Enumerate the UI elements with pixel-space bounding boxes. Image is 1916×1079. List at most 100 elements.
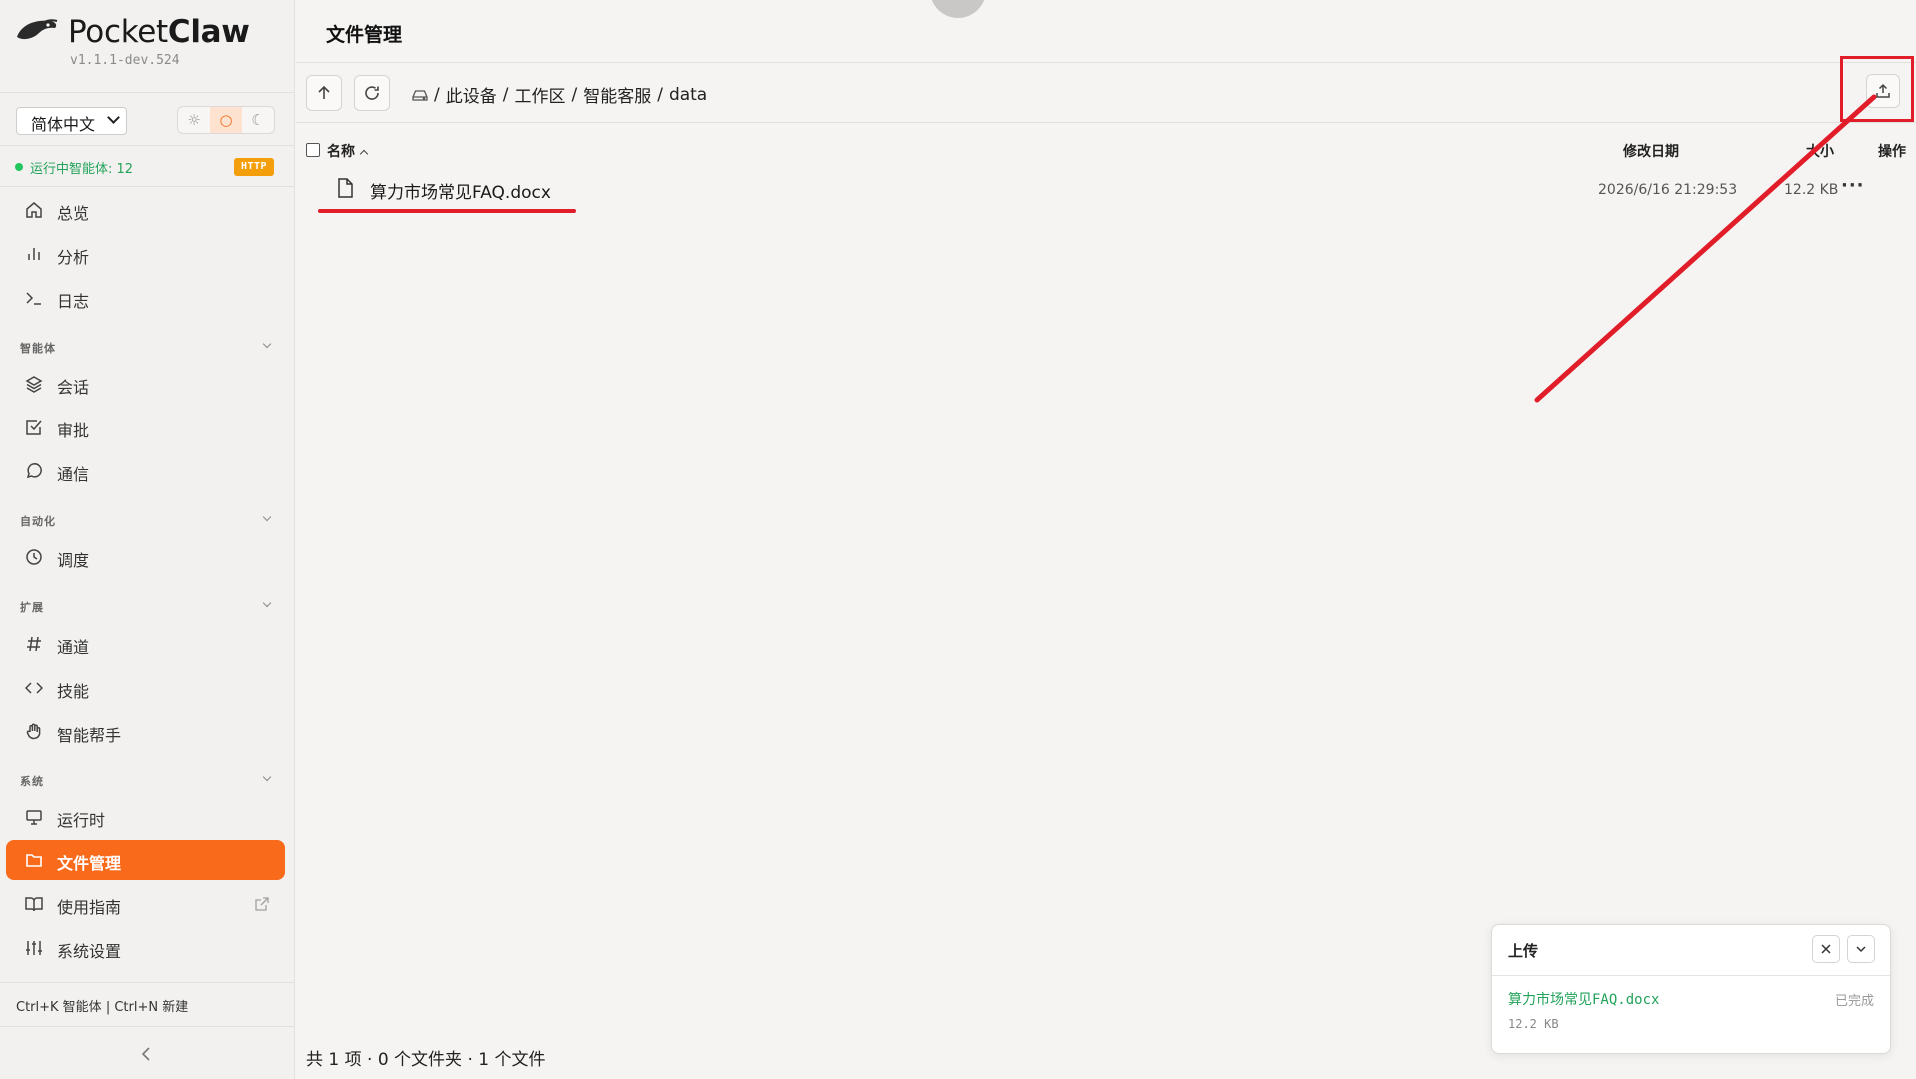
sidebar-item-label: 分析 [57,248,90,267]
divider [296,62,1916,63]
clock-icon [23,547,45,567]
column-header-modified[interactable]: 修改日期 [1623,141,1679,161]
language-select[interactable]: 简体中文 [16,107,127,135]
select-all-checkbox[interactable] [306,143,320,157]
upload-close-button[interactable] [1812,935,1840,963]
brand-version: v1.1.1-dev.524 [70,53,180,68]
hand-icon [23,722,45,742]
sidebar-item-approvals[interactable]: 审批 [6,407,285,447]
sidebar-item-logs[interactable]: 日志 [6,278,285,318]
file-modified: 2026/6/16 21:29:53 [1598,182,1738,198]
chevron-down-icon[interactable] [262,772,272,782]
file-name[interactable]: 算力市场常见FAQ.docx [370,178,551,203]
sidebar-item-runtime[interactable]: 运行时 [6,797,285,837]
more-actions-button[interactable]: ··· [1841,175,1865,196]
sidebar-item-label: 审批 [57,421,90,440]
sidebar-item-label: 调度 [57,551,90,570]
breadcrumb-item[interactable]: 工作区 [514,82,565,107]
sidebar-item-overview[interactable]: 总览 [6,190,285,230]
go-up-button[interactable] [306,75,342,111]
breadcrumb-separator: / [502,84,509,105]
sidebar-item-sessions[interactable]: 会话 [6,364,285,404]
sidebar-item-channels[interactable]: 通道 [6,624,285,664]
controls-row: 简体中文 ☼ ○ ☾ [0,93,294,146]
breadcrumb-separator: / [657,84,663,105]
sidebar-item-label: 系统设置 [57,942,122,961]
upload-panel: 上传 算力市场常见FAQ.docx 12.2 KB 已完成 [1491,924,1891,1054]
sidebar-item-skills[interactable]: 技能 [6,668,285,708]
sidebar-item-label: 使用指南 [57,898,122,917]
chevron-down-icon [1856,946,1866,953]
shortcuts-bar: Ctrl+K 智能体 | Ctrl+N 新建 [0,982,295,1027]
sidebar-item-assistant[interactable]: 智能帮手 [6,712,285,752]
table-row[interactable]: 算力市场常见FAQ.docx 2026/6/16 21:29:53 12.2 K… [336,175,1906,205]
chevron-down-icon [107,111,120,124]
theme-system-button[interactable]: ○ [210,107,242,133]
sidebar-item-settings[interactable]: 系统设置 [6,928,285,968]
sidebar-item-label: 通信 [57,465,90,484]
folder-icon [23,850,45,870]
sliders-icon [23,938,45,958]
page-title: 文件管理 [326,24,403,46]
breadcrumb-separator: / [571,84,578,105]
chevron-down-icon[interactable] [262,339,272,349]
pocketclaw-logo-icon [17,19,58,40]
protocol-badge: HTTP [234,158,275,176]
sidebar-item-analytics[interactable]: 分析 [6,234,285,274]
sidebar-item-label: 运行时 [57,811,106,830]
top-drag-handle[interactable] [930,0,986,18]
upload-collapse-button[interactable] [1847,935,1875,963]
column-header-name[interactable]: 名称 [327,141,369,161]
upload-file-size: 12.2 KB [1508,1017,1559,1031]
running-agents-status: 运行中智能体: 12 [30,162,134,177]
refresh-icon [365,86,379,100]
sidebar-item-guide[interactable]: 使用指南 [6,884,285,924]
upload-status: 已完成 [1834,994,1874,1009]
annotation-highlight-box [1840,56,1914,122]
hard-drive-icon[interactable] [412,87,428,103]
external-link-icon [255,896,269,915]
sidebar-item-file-manager[interactable]: 文件管理 [6,840,285,880]
sidebar-item-messaging[interactable]: 通信 [6,451,285,491]
terminal-icon [23,288,45,308]
message-circle-icon [23,461,45,481]
collapse-sidebar-button[interactable] [140,1043,152,1068]
breadcrumb: / 此设备 / 工作区 / 智能客服 / data [412,82,707,107]
breadcrumb-item[interactable]: 智能客服 [583,82,651,107]
hash-icon [23,634,45,654]
sidebar-item-scheduling[interactable]: 调度 [6,537,285,577]
breadcrumb-separator: / [434,84,440,105]
theme-dark-button[interactable]: ☾ [242,107,274,133]
code-icon [23,678,45,698]
status-online-dot [15,163,23,171]
section-label-extensions: 扩展 [20,601,44,614]
column-header-actions: 操作 [1878,144,1906,160]
language-selected-label: 简体中文 [31,115,96,134]
refresh-button[interactable] [354,75,390,111]
section-label-agents: 智能体 [20,342,56,355]
arrow-up-icon [318,85,330,99]
check-square-icon [23,417,45,437]
chevron-down-icon[interactable] [262,512,272,522]
breadcrumb-item-current[interactable]: data [669,85,707,105]
monitor-icon [23,807,45,827]
section-label-automation: 自动化 [20,515,56,528]
breadcrumb-item[interactable]: 此设备 [446,82,497,107]
sidebar-item-label: 总览 [57,204,90,223]
sidebar-item-label: 智能帮手 [57,726,122,745]
sidebar-item-label: 文件管理 [57,854,122,873]
column-header-size[interactable]: 大小 [1806,141,1834,161]
theme-light-button[interactable]: ☼ [178,107,210,133]
file-icon [336,178,354,202]
layers-icon [23,374,45,394]
divider [1492,975,1890,976]
status-row: 运行中智能体: 12 HTTP [0,146,294,187]
sidebar-item-label: 会话 [57,378,90,397]
sidebar-item-label: 技能 [57,682,90,701]
chevron-down-icon[interactable] [262,598,272,608]
brand-header: PocketClaw v1.1.1-dev.524 [0,0,294,93]
home-icon [23,200,45,220]
upload-panel-title: 上传 [1508,942,1539,960]
book-open-icon [23,894,45,914]
annotation-underline [318,209,576,213]
